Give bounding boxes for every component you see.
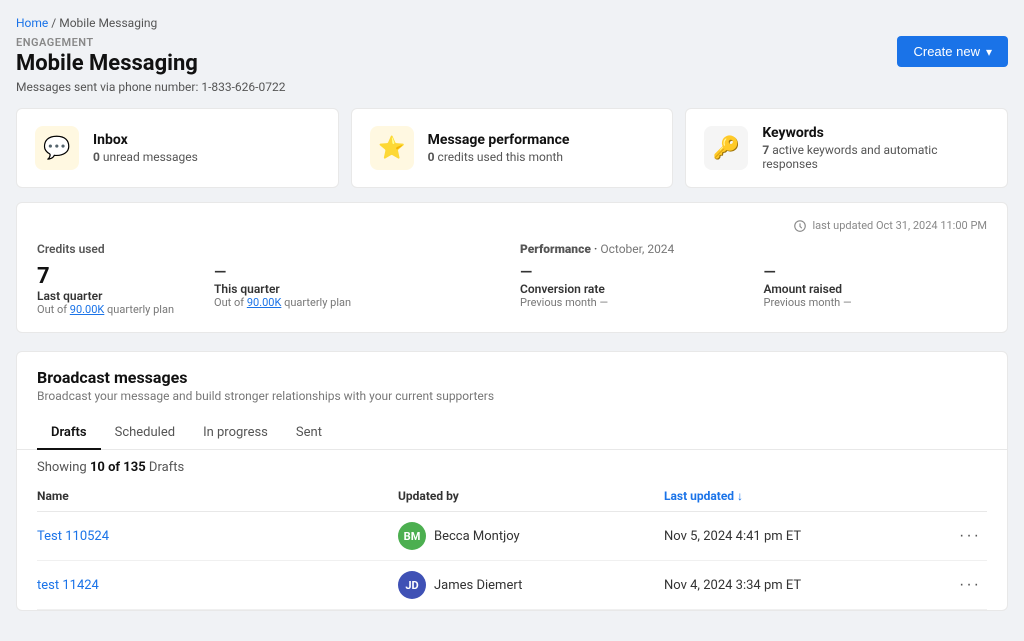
page-container: Home / Mobile Messaging ENGAGEMENT Mobil… [0, 0, 1024, 627]
amount-raised-item: — Amount raised Previous month — [764, 264, 988, 309]
last-updated: last updated Oct 31, 2024 11:00 PM [794, 219, 988, 232]
amount-raised-label: Amount raised [764, 282, 988, 296]
stat-card-keywords[interactable]: 🔑 Keywords 7 active keywords and automat… [685, 108, 1008, 188]
inbox-value: 0 unread messages [93, 150, 198, 164]
row-name-link[interactable]: Test 110524 [37, 529, 109, 544]
breadcrumb-home[interactable]: Home [16, 16, 48, 30]
perf-grid: Credits used 7 Last quarter Out of 90.00… [37, 242, 987, 316]
row-last-updated: Nov 5, 2024 4:41 pm ET [664, 512, 930, 561]
performance-icon: ⭐ [370, 126, 414, 170]
showing-count: 10 of 135 [90, 460, 146, 475]
row-name-link[interactable]: test 11424 [37, 578, 99, 593]
tab-sent[interactable]: Sent [282, 417, 336, 450]
row-actions: ··· [930, 512, 987, 561]
stat-card-inbox[interactable]: 💬 Inbox 0 unread messages [16, 108, 339, 188]
this-quarter-item: — This quarter Out of 90.00K quarterly p… [214, 264, 351, 309]
performance-title: Message performance [428, 132, 570, 148]
amount-raised-sub: Previous month — [764, 296, 988, 309]
updated-by-name: Becca Montjoy [434, 529, 520, 544]
keywords-value: 7 active keywords and automatic response… [762, 143, 989, 171]
broadcast-header: Broadcast messages Broadcast your messag… [17, 352, 1007, 417]
updated-by-cell: BM Becca Montjoy [398, 522, 664, 550]
tab-in-progress[interactable]: In progress [189, 417, 282, 450]
keywords-icon: 🔑 [704, 126, 748, 170]
conversion-rate-label: Conversion rate [520, 282, 744, 296]
this-quarter-label: This quarter [214, 282, 351, 296]
table-row: Test 110524 BM Becca Montjoy Nov 5, 2024… [37, 512, 987, 561]
performance-info: Message performance 0 credits used this … [428, 132, 570, 164]
more-options-button[interactable]: ··· [953, 574, 987, 596]
last-quarter-value: 7 [37, 264, 174, 289]
create-new-button[interactable]: Create new [897, 36, 1008, 67]
stat-card-performance[interactable]: ⭐ Message performance 0 credits used thi… [351, 108, 674, 188]
this-quarter-sub: Out of 90.00K quarterly plan [214, 296, 351, 309]
breadcrumb-current: Mobile Messaging [59, 16, 157, 30]
breadcrumb: Home / Mobile Messaging [16, 16, 1008, 30]
tab-drafts[interactable]: Drafts [37, 417, 101, 450]
conversion-rate-sub: Previous month — [520, 296, 744, 309]
broadcast-subtitle: Broadcast your message and build stronge… [37, 389, 987, 403]
conversion-rate-value: — [520, 264, 744, 280]
table-info: Showing 10 of 135 Drafts [17, 450, 1007, 481]
showing-text: Showing [37, 460, 87, 475]
tab-scheduled[interactable]: Scheduled [101, 417, 189, 450]
updated-by-cell: JD James Diemert [398, 571, 664, 599]
performance-value: 0 credits used this month [428, 150, 570, 164]
col-header-name: Name [37, 481, 398, 512]
inbox-icon: 💬 [35, 126, 79, 170]
last-quarter-item: 7 Last quarter Out of 90.00K quarterly p… [37, 264, 174, 316]
credits-section: Credits used 7 Last quarter Out of 90.00… [37, 242, 504, 316]
page-title: Mobile Messaging [16, 51, 198, 76]
col-header-updated-by: Updated by [398, 481, 664, 512]
page-title-group: ENGAGEMENT Mobile Messaging [16, 36, 198, 76]
col-header-last-updated[interactable]: Last updated ↓ [664, 481, 930, 512]
last-quarter-sub: Out of 90.00K quarterly plan [37, 303, 174, 316]
keywords-info: Keywords 7 active keywords and automatic… [762, 125, 989, 171]
inbox-title: Inbox [93, 132, 198, 148]
row-last-updated: Nov 4, 2024 3:34 pm ET [664, 561, 930, 610]
stats-cards: 💬 Inbox 0 unread messages ⭐ Message perf… [16, 108, 1008, 188]
last-quarter-label: Last quarter [37, 289, 174, 303]
perf-meta: last updated Oct 31, 2024 11:00 PM [37, 219, 987, 232]
perf-items-row: — Conversion rate Previous month — — Amo… [520, 264, 987, 309]
data-table: Name Updated by Last updated ↓ Test 1105… [37, 481, 987, 610]
updated-by-name: James Diemert [434, 578, 522, 593]
performance-metrics-section: Performance · October, 2024 — Conversion… [520, 242, 987, 316]
section-label: ENGAGEMENT [16, 36, 198, 49]
row-name: Test 110524 [37, 512, 398, 561]
row-name: test 11424 [37, 561, 398, 610]
this-quarter-value: — [214, 264, 351, 280]
row-updated-by: JD James Diemert [398, 561, 664, 610]
performance-period-label: Performance · October, 2024 [520, 242, 987, 256]
table-row: test 11424 JD James Diemert Nov 4, 2024 … [37, 561, 987, 610]
amount-raised-value: — [764, 264, 988, 280]
avatar: BM [398, 522, 426, 550]
col-header-actions [930, 481, 987, 512]
table-container: Name Updated by Last updated ↓ Test 1105… [17, 481, 1007, 610]
credits-label: Credits used [37, 242, 504, 256]
broadcast-section: Broadcast messages Broadcast your messag… [16, 351, 1008, 611]
broadcast-title: Broadcast messages [37, 368, 987, 387]
avatar: JD [398, 571, 426, 599]
keywords-title: Keywords [762, 125, 989, 141]
more-options-button[interactable]: ··· [953, 525, 987, 547]
page-header: ENGAGEMENT Mobile Messaging Create new [16, 36, 1008, 76]
phone-number: Messages sent via phone number: 1-833-62… [16, 80, 1008, 94]
tabs: Drafts Scheduled In progress Sent [17, 417, 1007, 450]
row-updated-by: BM Becca Montjoy [398, 512, 664, 561]
performance-section: last updated Oct 31, 2024 11:00 PM Credi… [16, 202, 1008, 333]
row-actions: ··· [930, 561, 987, 610]
inbox-info: Inbox 0 unread messages [93, 132, 198, 164]
table-header-row: Name Updated by Last updated ↓ [37, 481, 987, 512]
credits-row: 7 Last quarter Out of 90.00K quarterly p… [37, 264, 504, 316]
conversion-rate-item: — Conversion rate Previous month — [520, 264, 744, 309]
